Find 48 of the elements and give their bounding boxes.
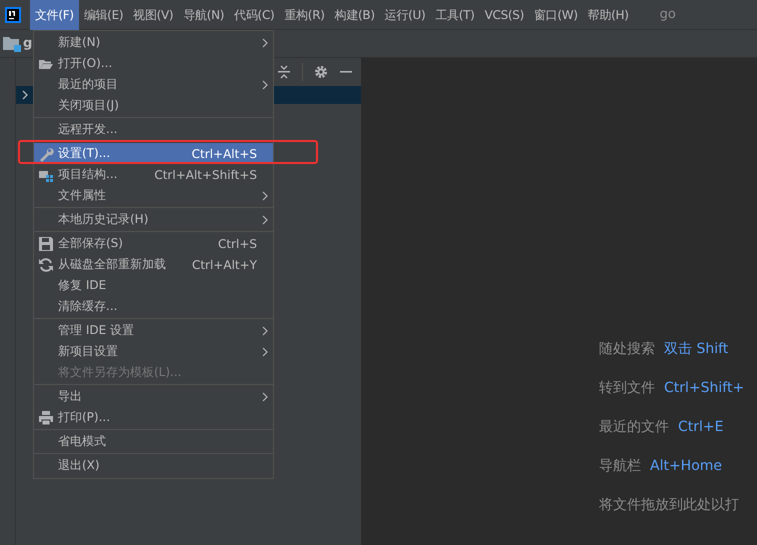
hint-label: 转到文件	[599, 379, 655, 398]
menu-item[interactable]: 本地历史记录(H)	[34, 209, 273, 230]
hint-label: 随处搜索	[599, 340, 655, 359]
menu-item[interactable]: 远程开发...	[34, 119, 273, 140]
menu-item[interactable]: 从磁盘全部重新加载 Ctrl+Alt+Y	[34, 254, 273, 275]
hint-shortcut: 双击 Shift	[664, 340, 728, 359]
menu-item[interactable]: 修复 IDE	[34, 275, 273, 296]
hint-shortcut: Alt+Home	[650, 457, 722, 476]
menu-item[interactable]: 新项目设置	[34, 341, 273, 362]
menu-item[interactable]: 省电模式	[34, 431, 273, 452]
folder-icon	[3, 36, 21, 52]
chevron-icon	[21, 90, 29, 100]
menu-item: 将文件另存为模板(L)...	[57, 364, 182, 381]
menu-item[interactable]: 管理 IDE 设置	[34, 320, 273, 341]
collapse-all-icon[interactable]	[277, 65, 291, 79]
menu-item[interactable]: 代码(C)	[229, 0, 280, 30]
settings-icon[interactable]	[314, 65, 328, 79]
breadcrumb-item[interactable]: g	[23, 36, 32, 51]
menu-item[interactable]: 窗口(W)	[528, 0, 583, 30]
app-logo-icon[interactable]	[5, 6, 21, 22]
menu-item[interactable]: 构建(B)	[330, 0, 380, 30]
menu-item[interactable]: 最近的项目	[34, 74, 273, 95]
hint-label: 最近的文件	[599, 418, 669, 437]
menu-item[interactable]: 设置(T)... Ctrl+Alt+S	[34, 143, 273, 164]
menu-item[interactable]: 运行(U)	[380, 0, 430, 30]
menu-item[interactable]: 文件(F)	[30, 0, 79, 30]
menu-item[interactable]: 工具(T)	[430, 0, 480, 30]
menu-item[interactable]: 帮助(H)	[582, 0, 634, 30]
menu-item[interactable]: 文件属性	[34, 185, 273, 206]
menu-item[interactable]: 项目结构... Ctrl+Alt+Shift+S	[34, 164, 273, 185]
menu-item[interactable]: 导出	[34, 386, 273, 407]
menu-item[interactable]: 打印(P)...	[34, 407, 273, 428]
menu-item[interactable]: 视图(V)	[128, 0, 178, 30]
menu-item[interactable]: 打开(O)...	[34, 53, 273, 74]
menu-item[interactable]: 关闭项目(J)	[34, 95, 273, 116]
menu-item[interactable]: 导航(N)	[178, 0, 230, 30]
menu-item[interactable]: 退出(X)	[34, 455, 273, 476]
hint-label: 导航栏	[599, 457, 641, 476]
menu-item[interactable]: 重构(R)	[279, 0, 330, 30]
hint-label: 将文件拖放到此处以打	[599, 496, 739, 515]
menu-item[interactable]: 新建(N)	[34, 32, 273, 53]
menu-item[interactable]: 清除缓存...	[34, 296, 273, 317]
hint-shortcut: Ctrl+Shift+	[664, 379, 744, 398]
menu-item[interactable]: 全部保存(S) Ctrl+S	[34, 233, 273, 254]
menu-item[interactable]: VCS(S)	[480, 0, 529, 30]
menu-item[interactable]: 编辑(E)	[78, 0, 128, 30]
project-title: go	[660, 7, 676, 22]
hint-shortcut: Ctrl+E	[678, 418, 724, 437]
